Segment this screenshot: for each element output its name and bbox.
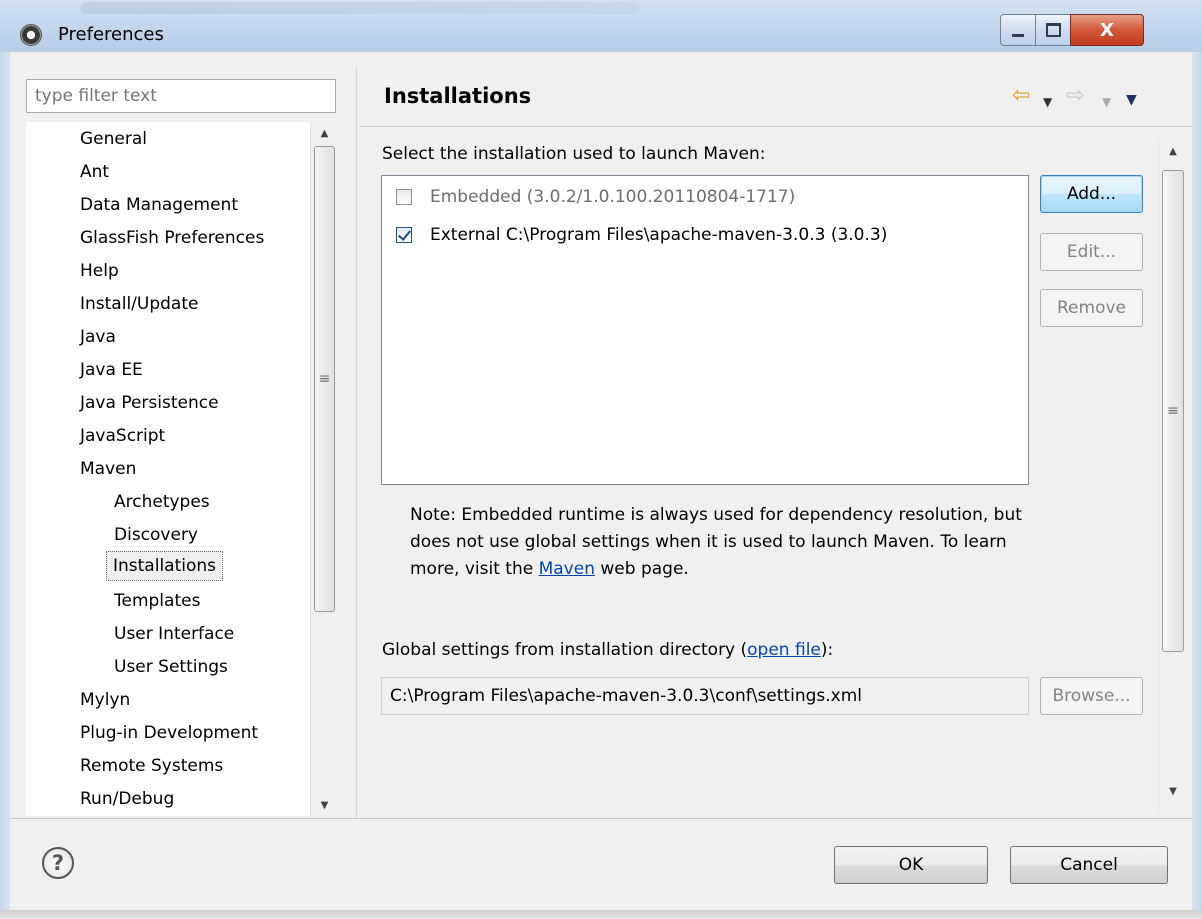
tree-item-run-debug[interactable]: Run/Debug <box>80 784 174 814</box>
minimize-icon <box>1012 33 1024 37</box>
back-arrow-icon[interactable]: ⇦ <box>1012 84 1030 108</box>
tree-item-user-settings[interactable]: User Settings <box>114 652 228 682</box>
tree-item-discovery[interactable]: Discovery <box>114 520 198 550</box>
maximize-icon <box>1045 23 1061 37</box>
global-settings-label: Global settings from installation direct… <box>382 640 833 660</box>
scroll-up-arrow-icon[interactable]: ▲ <box>1159 140 1187 162</box>
cancel-button[interactable]: Cancel <box>1010 846 1168 884</box>
global-settings-text: Global settings from installation direct… <box>382 640 748 660</box>
remove-button[interactable]: Remove <box>1040 289 1143 327</box>
scroll-down-arrow-icon[interactable]: ▼ <box>1159 780 1187 802</box>
preferences-tree[interactable]: General Ant Data Management GlassFish Pr… <box>26 122 338 816</box>
minimize-button[interactable] <box>1000 14 1036 46</box>
scroll-up-arrow-icon[interactable]: ▲ <box>311 122 338 144</box>
scroll-down-arrow-icon[interactable]: ▼ <box>311 794 338 816</box>
close-button[interactable]: X <box>1070 14 1144 46</box>
global-settings-text-end: ): <box>820 640 834 660</box>
ok-button[interactable]: OK <box>834 846 988 884</box>
window-left-border <box>0 52 10 910</box>
tree-item-java-persistence[interactable]: Java Persistence <box>80 388 219 418</box>
tree-item-help[interactable]: Help <box>80 256 119 286</box>
tree-item-templates[interactable]: Templates <box>114 586 200 616</box>
embedded-runtime-note: Note: Embedded runtime is always used fo… <box>410 502 1030 583</box>
forward-history-dropdown-icon[interactable]: ▼ <box>1102 90 1111 114</box>
embedded-checkbox[interactable] <box>396 189 412 205</box>
note-text: Note: Embedded runtime is always used fo… <box>410 505 1022 579</box>
pane-divider[interactable] <box>356 66 357 818</box>
installation-row-embedded[interactable]: Embedded (3.0.2/1.0.100.20110804-1717) <box>396 182 795 212</box>
page-scrollbar[interactable]: ▲ ≡ ▼ <box>1158 140 1187 812</box>
tree-item-glassfish-preferences[interactable]: GlassFish Preferences <box>80 223 264 253</box>
edit-button[interactable]: Edit... <box>1040 233 1143 271</box>
background-window-blur <box>80 2 640 14</box>
installation-label: External C:\Program Files\apache-maven-3… <box>430 225 888 245</box>
global-settings-path-field: C:\Program Files\apache-maven-3.0.3\conf… <box>381 677 1029 715</box>
scrollbar-thumb[interactable]: ≡ <box>314 146 335 612</box>
tree-item-ant[interactable]: Ant <box>80 157 109 187</box>
maven-link[interactable]: Maven <box>539 559 595 579</box>
window-bottom-border <box>0 910 1202 919</box>
footer-divider <box>10 818 1192 819</box>
forward-arrow-icon[interactable]: ⇨ <box>1066 84 1084 108</box>
tree-item-javascript[interactable]: JavaScript <box>80 421 165 451</box>
tree-item-user-interface[interactable]: User Interface <box>114 619 234 649</box>
installations-label: Select the installation used to launch M… <box>382 144 766 164</box>
back-history-dropdown-icon[interactable]: ▼ <box>1043 90 1052 114</box>
tree-item-archetypes[interactable]: Archetypes <box>114 487 210 517</box>
note-text-end: web page. <box>594 559 689 579</box>
tree-item-java-ee[interactable]: Java EE <box>80 355 143 385</box>
tree-item-mylyn[interactable]: Mylyn <box>80 685 130 715</box>
view-menu-icon[interactable]: ▼ <box>1126 88 1137 112</box>
tree-item-data-management[interactable]: Data Management <box>80 190 238 220</box>
tree-item-installations[interactable]: Installations <box>106 551 224 581</box>
installation-label: Embedded (3.0.2/1.0.100.20110804-1717) <box>430 187 796 207</box>
installation-row-external[interactable]: External C:\Program Files\apache-maven-3… <box>396 220 887 250</box>
browse-button[interactable]: Browse... <box>1040 677 1143 715</box>
filter-input[interactable] <box>26 79 336 113</box>
window-right-border <box>1192 52 1202 910</box>
tree-item-java[interactable]: Java <box>80 322 116 352</box>
maximize-button[interactable] <box>1035 14 1071 46</box>
tree-item-maven[interactable]: Maven <box>80 454 136 484</box>
help-icon[interactable]: ? <box>42 847 74 879</box>
add-button[interactable]: Add... <box>1040 175 1143 213</box>
tree-item-general[interactable]: General <box>80 124 147 154</box>
tree-scrollbar[interactable]: ▲ ≡ ▼ <box>310 122 338 816</box>
preferences-app-icon <box>20 24 42 46</box>
installations-list[interactable]: Embedded (3.0.2/1.0.100.20110804-1717) E… <box>381 175 1029 485</box>
tree-item-plug-in-development[interactable]: Plug-in Development <box>80 718 258 748</box>
tree-item-install-update[interactable]: Install/Update <box>80 289 198 319</box>
page-title: Installations <box>384 84 532 108</box>
external-checkbox[interactable] <box>396 227 412 243</box>
tree-item-remote-systems[interactable]: Remote Systems <box>80 751 223 781</box>
scrollbar-thumb[interactable]: ≡ <box>1162 170 1184 652</box>
close-icon: X <box>1100 19 1114 41</box>
open-file-link[interactable]: open file <box>747 640 821 660</box>
window-title: Preferences <box>58 24 164 45</box>
